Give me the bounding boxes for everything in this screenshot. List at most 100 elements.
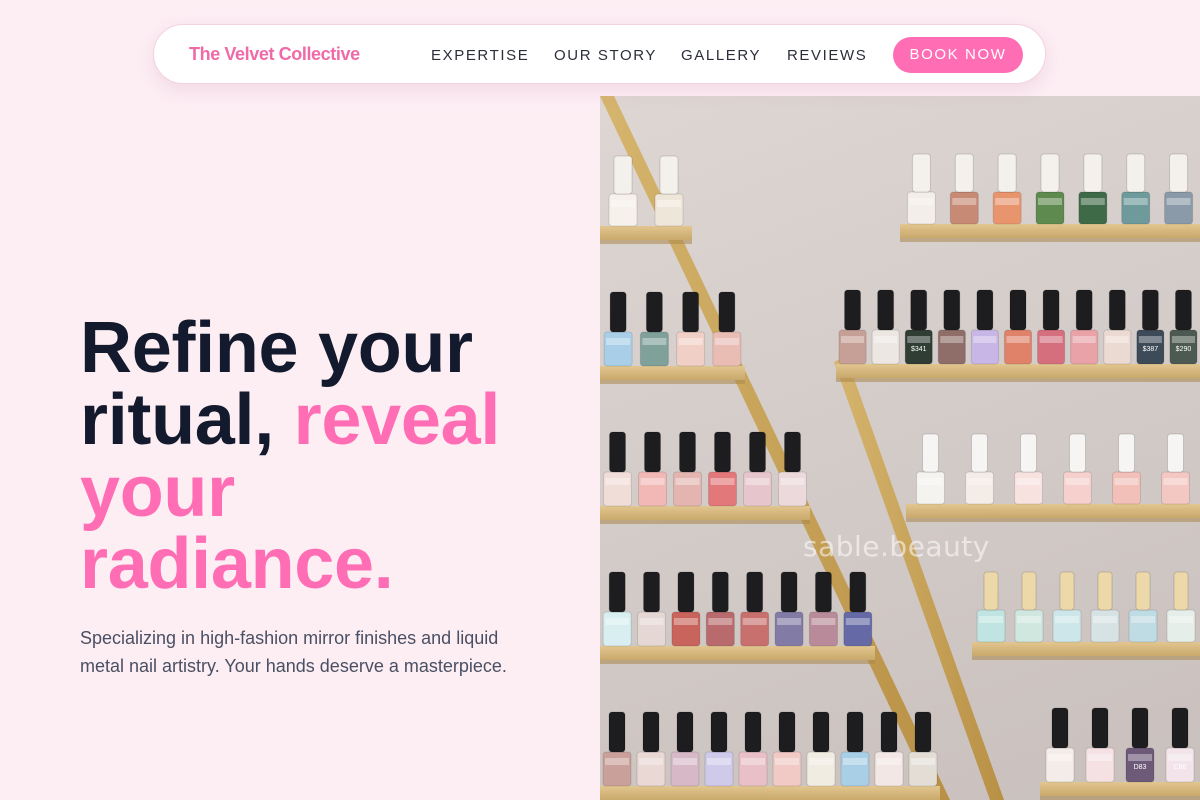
polish-bottle-cap: [676, 711, 694, 753]
polish-bottle: [808, 611, 838, 647]
bottle-shade-label: D83: [1134, 764, 1147, 771]
polish-bottle-cap: [910, 289, 928, 331]
brand-logo[interactable]: The Velvet Collective: [189, 44, 360, 65]
polish-bottle: [708, 471, 737, 507]
polish-bottle-cap: [682, 291, 700, 333]
polish-bottle: [639, 331, 669, 367]
polish-bottle: [1045, 747, 1075, 783]
polish-bottle: [740, 611, 770, 647]
polish-bottle-cap: [608, 711, 626, 753]
wooden-shelf: [1040, 782, 1200, 796]
polish-bottle: [676, 331, 706, 367]
polish-bottle: [673, 471, 702, 507]
polish-bottle: [937, 329, 966, 365]
polish-bottle-cap: [1097, 571, 1113, 611]
polish-bottle-cap: [814, 571, 832, 613]
polish-bottle-cap: [943, 289, 961, 331]
polish-bottle-cap: [1083, 153, 1103, 193]
polish-bottle: [976, 609, 1006, 643]
polish-bottle: [1090, 609, 1120, 643]
book-now-button[interactable]: BOOK NOW: [893, 37, 1023, 73]
polish-bottle: [1014, 609, 1044, 643]
polish-bottle: [602, 751, 632, 787]
polish-bottle-cap: [744, 711, 762, 753]
polish-bottle: [1003, 329, 1033, 365]
polish-bottle-cap: [710, 711, 728, 753]
nav-link-expertise[interactable]: EXPERTISE: [431, 47, 529, 64]
polish-bottle-cap: [954, 153, 974, 193]
bottle-shade-label: C86: [1174, 764, 1187, 771]
polish-bottle: [1085, 747, 1115, 783]
polish-bottle-cap: [1020, 433, 1037, 473]
polish-bottle-cap: [1118, 433, 1135, 473]
polish-bottle-cap: [1167, 433, 1184, 473]
bottle-shade-label: $341: [911, 346, 927, 353]
polish-bottle: [1063, 471, 1092, 505]
polish-bottle: [778, 471, 807, 507]
wooden-shelf: [600, 226, 692, 240]
polish-bottle: [916, 471, 945, 505]
polish-bottle-cap: [718, 291, 736, 333]
polish-bottle: [738, 751, 768, 787]
polish-bottle-cap: [677, 571, 695, 613]
polish-bottle: [636, 751, 666, 787]
polish-bottle-cap: [1126, 153, 1146, 193]
nav-link-reviews[interactable]: REVIEWS: [787, 47, 867, 64]
polish-bottle-cap: [1042, 289, 1060, 331]
polish-bottle: [1166, 609, 1196, 643]
polish-bottle-cap: [1009, 289, 1027, 331]
polish-bottle-cap: [714, 431, 731, 473]
polish-bottle-cap: [880, 711, 898, 753]
polish-bottle: [838, 329, 867, 365]
polish-bottle: [1037, 329, 1066, 365]
polish-bottle: [712, 331, 742, 367]
polish-bottle-cap: [1069, 433, 1086, 473]
hero-subtitle: Specializing in high-fashion mirror fini…: [80, 628, 507, 676]
polish-bottle-cap: [746, 571, 764, 613]
hero-image-polish-shelves: $341 $387 $290 D83 C86 sable.beauty: [600, 96, 1200, 800]
nav-link-gallery[interactable]: GALLERY: [681, 47, 761, 64]
polish-bottle-cap: [1021, 571, 1037, 611]
polish-bottle-cap: [778, 711, 796, 753]
polish-bottle: [992, 191, 1022, 225]
hero-headline: Refine your ritual, reveal your radiance…: [80, 312, 580, 600]
polish-bottle-cap: [1075, 289, 1093, 331]
polish-bottle: [1078, 191, 1108, 225]
polish-bottle: [638, 471, 667, 507]
polish-bottle-cap: [1051, 707, 1069, 749]
polish-bottle-cap: [644, 431, 661, 473]
wooden-shelf: [900, 224, 1200, 238]
polish-bottle: [906, 191, 936, 225]
polish-bottle: [908, 751, 938, 787]
polish-bottle-cap: [784, 431, 801, 473]
polish-bottle: [871, 329, 900, 365]
polish-bottle-cap: [846, 711, 864, 753]
polish-bottle-cap: [659, 155, 679, 195]
polish-bottle-cap: [1169, 153, 1189, 193]
polish-bottle: [637, 611, 667, 647]
nav-link-our-story[interactable]: OUR STORY: [554, 47, 657, 64]
polish-bottle: [1128, 609, 1158, 643]
polish-bottle-cap: [1131, 707, 1149, 749]
bottle-shade-label: $290: [1176, 346, 1192, 353]
polish-bottle: [1164, 191, 1194, 225]
polish-bottle: [603, 331, 633, 367]
polish-bottle: [772, 751, 802, 787]
polish-shelf-illustration: $341 $387 $290 D83 C86: [600, 96, 1200, 800]
polish-bottle-cap: [780, 571, 798, 613]
polish-bottle: [806, 751, 836, 787]
polish-bottle: [1014, 471, 1043, 505]
polish-bottle: [608, 193, 638, 227]
polish-bottle: [949, 191, 979, 225]
polish-bottle-cap: [911, 153, 931, 193]
polish-bottle-cap: [1141, 289, 1159, 331]
polish-bottle-cap: [1171, 707, 1189, 749]
polish-bottle: [603, 471, 632, 507]
polish-bottle: [654, 193, 684, 227]
polish-bottle-cap: [1040, 153, 1060, 193]
polish-bottle: [1070, 329, 1099, 365]
polish-bottle-cap: [877, 289, 895, 331]
polish-bottle: [874, 751, 904, 787]
polish-bottle: [1112, 471, 1141, 505]
polish-bottle-cap: [613, 155, 633, 195]
